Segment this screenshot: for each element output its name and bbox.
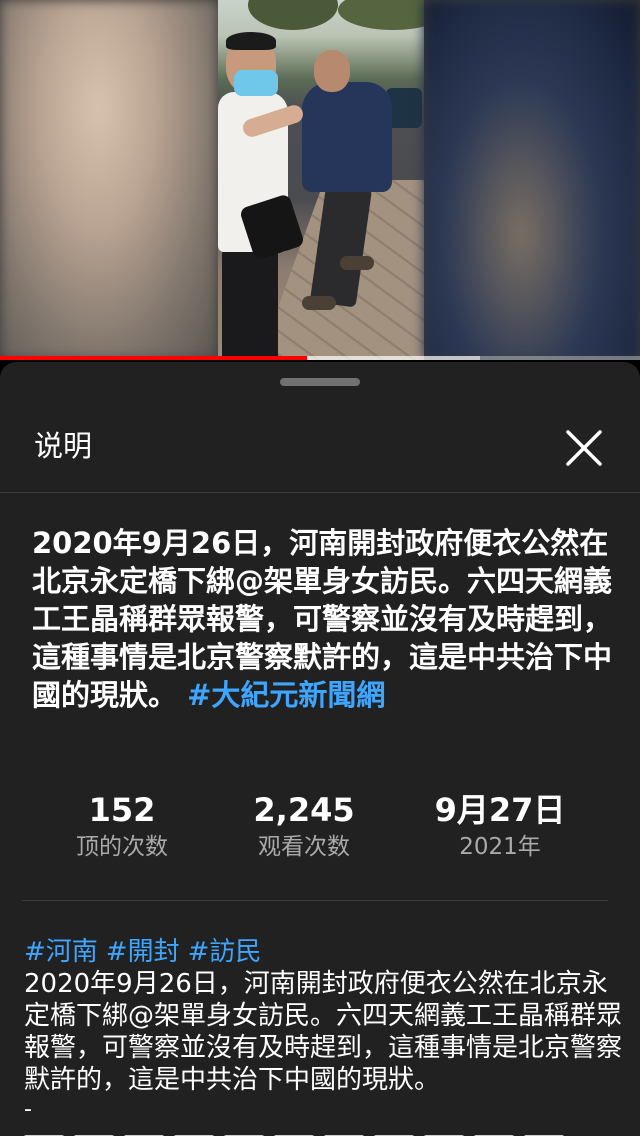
- description-overflow-text: [24, 1128, 624, 1136]
- video-blurred-side-left: [0, 0, 218, 360]
- video-progress-fill: [0, 356, 308, 360]
- channel-hashtag-link[interactable]: #大紀元新聞網: [187, 678, 385, 712]
- description-separator: -: [24, 1097, 32, 1122]
- description-body: #河南 #開封 #訪民 2020年9月26日，河南開封政府便衣公然在北京永定橋下綁@…: [24, 936, 624, 1124]
- close-button[interactable]: [560, 424, 608, 472]
- hashtag-list: #河南 #開封 #訪民: [24, 936, 624, 968]
- panel-title: 说明: [34, 429, 93, 463]
- video-blurred-side-right: [424, 0, 640, 360]
- video-title: 2020年9月26日，河南開封政府便衣公然在北京永定橋下綁@架單身女訪民。六四天…: [32, 524, 612, 714]
- publish-year: 2021年: [459, 834, 541, 860]
- views-label: 观看次数: [258, 834, 350, 860]
- stat-likes: 152 顶的次数: [22, 790, 222, 864]
- hashtag-link[interactable]: #河南: [24, 937, 98, 967]
- likes-label: 顶的次数: [76, 834, 168, 860]
- hashtag-link[interactable]: #訪民: [188, 937, 262, 967]
- hashtag-link[interactable]: #開封: [106, 937, 180, 967]
- description-panel: 说明 2020年9月26日，河南開封政府便衣公然在北京永定橋下綁@架單身女訪民。…: [0, 362, 640, 1136]
- publish-date: 9月27日: [434, 791, 566, 829]
- drag-handle[interactable]: [280, 378, 360, 386]
- likes-count: 152: [88, 791, 156, 829]
- description-text: 2020年9月26日，河南開封政府便衣公然在北京永定橋下綁@架單身女訪民。六四天…: [24, 969, 623, 1095]
- video-player[interactable]: [0, 0, 640, 360]
- stats-row: 152 顶的次数 2,245 观看次数 9月27日 2021年: [0, 790, 640, 870]
- video-frame: [218, 0, 424, 360]
- stats-divider: [22, 900, 608, 901]
- close-icon: [566, 430, 602, 466]
- header-divider: [0, 492, 640, 493]
- views-count: 2,245: [253, 791, 355, 829]
- video-progress-bar[interactable]: [0, 356, 640, 360]
- stat-views: 2,245 观看次数: [204, 790, 404, 864]
- stat-date: 9月27日 2021年: [400, 790, 600, 864]
